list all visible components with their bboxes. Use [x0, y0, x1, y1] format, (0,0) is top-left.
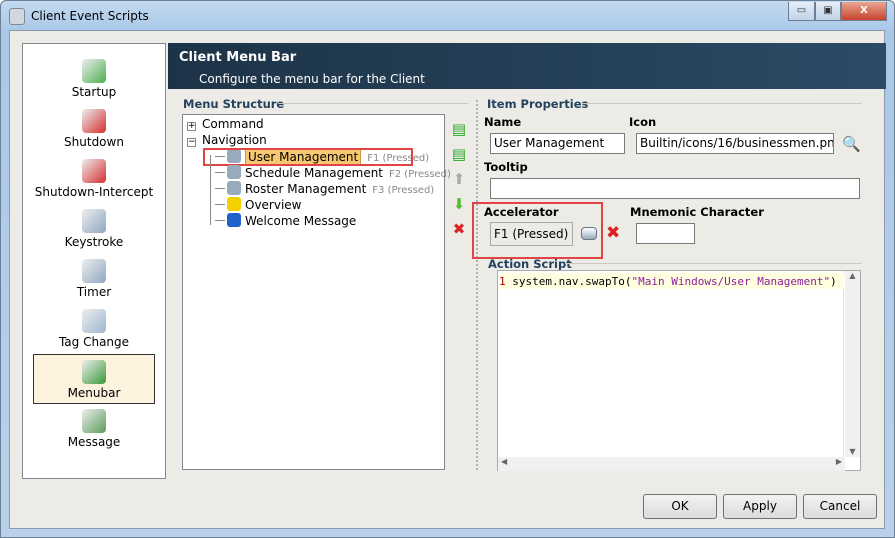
tree-node[interactable]: Welcome Message [215, 213, 356, 228]
page-header: Client Menu Bar Configure the menu bar f… [168, 43, 886, 89]
tree-node-label: Overview [245, 198, 302, 212]
name-field[interactable]: User Management [490, 133, 625, 154]
sidebar-item-label: Keystroke [64, 235, 124, 249]
tree-node[interactable]: + Command [187, 117, 264, 131]
move-up-icon[interactable]: ⬆ [450, 170, 468, 188]
menu-tree[interactable]: + Command − Navigation User Management F1 (Pr… [182, 114, 451, 470]
tree-node-label: Navigation [202, 133, 267, 147]
maximize-button[interactable]: ▣ [815, 2, 841, 21]
apply-button[interactable]: Apply [723, 494, 797, 519]
expander-icon[interactable]: + [187, 122, 196, 131]
accelerator-label: Accelerator [484, 205, 559, 219]
menu-structure-label: Menu Structure [183, 97, 285, 111]
icon-label: Icon [629, 115, 657, 129]
tree-node-label: Welcome Message [245, 214, 357, 228]
sidebar-item-menubar[interactable]: Menubar [33, 354, 155, 404]
horizontal-scrollbar[interactable]: ◀ ▶ [498, 457, 845, 471]
sidebar-item-label: Menubar [67, 386, 121, 400]
sidebar-item-startup[interactable]: Startup [33, 54, 155, 104]
sidebar-item-label: Message [67, 435, 121, 449]
clear-accelerator-icon[interactable]: ✖ [606, 223, 620, 243]
item-properties-label: Item Properties [487, 97, 589, 111]
sidebar-item-message[interactable]: Message [33, 404, 155, 454]
page-title: Client Menu Bar [179, 50, 297, 65]
sidebar-item-label: Shutdown-Intercept [34, 185, 154, 199]
action-script-label: Action Script [488, 257, 572, 271]
add-item-icon[interactable]: ▤ [450, 120, 468, 138]
minimize-button[interactable]: ▭ [788, 2, 815, 21]
page-subtitle: Configure the menu bar for the Client [199, 72, 425, 86]
tree-node-accelerator: F3 (Pressed) [372, 185, 435, 196]
window-title: Client Event Scripts [31, 9, 149, 23]
tree-node-label: Command [202, 117, 264, 131]
accelerator-field[interactable]: F1 (Pressed) [490, 222, 573, 246]
expander-icon[interactable]: − [187, 138, 196, 147]
delete-item-icon[interactable]: ✖ [450, 220, 468, 238]
tree-node[interactable]: Schedule Management F2 (Pressed) [215, 165, 451, 180]
script-editor[interactable]: 1 system.nav.swapTo("Main Windows/User M… [497, 270, 861, 471]
close-button[interactable]: X [841, 2, 887, 21]
clock-icon [227, 165, 241, 179]
keyboard-key-icon[interactable] [581, 227, 597, 240]
sidebar-item-timer[interactable]: Timer [33, 254, 155, 304]
vertical-scrollbar[interactable]: ▲ ▼ [845, 271, 860, 457]
tree-node-label: Roster Management [245, 182, 367, 196]
tree-node-accelerator: F2 (Pressed) [389, 169, 451, 180]
line-number: 1 [499, 275, 506, 288]
title-bar: Client Event Scripts ▭ ▣ X [1, 1, 894, 31]
menubar-icon [82, 360, 106, 384]
split-pane-divider[interactable] [476, 100, 479, 470]
sidebar-item-label: Tag Change [58, 335, 130, 349]
name-label: Name [484, 115, 522, 129]
move-down-icon[interactable]: ⬇ [450, 195, 468, 213]
tree-node[interactable]: Roster Management F3 (Pressed) [215, 181, 434, 196]
sidebar-item-label: Timer [76, 285, 112, 299]
cancel-button[interactable]: Cancel [803, 494, 877, 519]
add-child-icon[interactable]: ▤ [450, 145, 468, 163]
sidebar-item-shutdown-intercept[interactable]: Shutdown-Intercept [33, 154, 155, 204]
tag-icon [82, 309, 106, 333]
app-icon [9, 8, 25, 25]
ok-button[interactable]: OK [643, 494, 717, 519]
checklist-icon [227, 181, 241, 195]
mnemonic-label: Mnemonic Character [630, 205, 764, 219]
sidebar-item-shutdown[interactable]: Shutdown [33, 104, 155, 154]
tree-node-label: Schedule Management [245, 166, 384, 180]
browse-folder-icon[interactable]: 🔍 [842, 135, 861, 153]
stopwatch-icon [82, 259, 106, 283]
tree-node[interactable]: − Navigation [187, 133, 267, 147]
sidebar-item-label: Startup [71, 85, 117, 99]
tooltip-label: Tooltip [484, 160, 528, 174]
scroll-stop-icon [82, 159, 106, 183]
envelope-icon [82, 409, 106, 433]
sidebar-item-label: Shutdown [64, 135, 124, 149]
mnemonic-field[interactable] [636, 223, 695, 244]
warning-icon [227, 197, 241, 211]
tree-node[interactable]: Overview [215, 197, 302, 212]
info-icon [227, 213, 241, 227]
icon-path-field[interactable]: Builtin/icons/16/businessmen.png [636, 133, 834, 154]
selection-highlight [203, 148, 413, 166]
code-function: system.nav.swapTo( [512, 275, 632, 288]
scroll-stop-icon [82, 109, 106, 133]
key-icon [82, 209, 106, 233]
sidebar-item-tag-change[interactable]: Tag Change [33, 304, 155, 354]
sidebar-item-keystroke[interactable]: Keystroke [33, 204, 155, 254]
code-string: "Main Windows/User Management" [631, 275, 831, 288]
tooltip-field[interactable] [490, 178, 860, 199]
scroll-play-icon [82, 59, 106, 83]
code-line: 1 system.nav.swapTo("Main Windows/User M… [499, 275, 837, 288]
code-suffix: ) [830, 275, 837, 288]
